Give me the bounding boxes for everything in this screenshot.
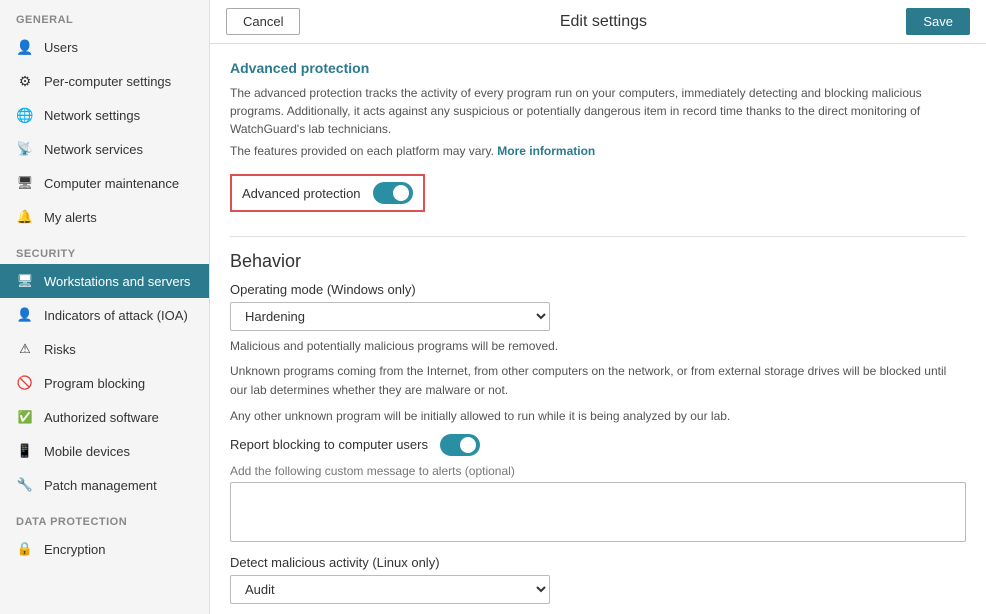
behavior-title: Behavior bbox=[230, 236, 966, 272]
sidebar: GENERAL Users Per-computer settings Netw… bbox=[0, 0, 210, 614]
advanced-protection-toggle-label: Advanced protection bbox=[242, 186, 361, 201]
advanced-protection-toggle[interactable] bbox=[373, 182, 413, 204]
sidebar-item-encryption[interactable]: Encryption bbox=[0, 532, 209, 566]
section-label-general: GENERAL bbox=[0, 0, 209, 30]
report-blocking-slider bbox=[440, 434, 480, 456]
sidebar-item-computer-maintenance[interactable]: Computer maintenance bbox=[0, 166, 209, 200]
section-label-security: SECURITY bbox=[0, 234, 209, 264]
network-settings-icon bbox=[16, 106, 34, 124]
my-alerts-icon bbox=[16, 208, 34, 226]
sidebar-item-mobile-devices[interactable]: Mobile devices bbox=[0, 434, 209, 468]
sidebar-item-program-blocking[interactable]: Program blocking bbox=[0, 366, 209, 400]
advanced-protection-title: Advanced protection bbox=[230, 60, 966, 76]
behavior-desc2: Unknown programs coming from the Interne… bbox=[230, 362, 966, 400]
sidebar-item-network-services[interactable]: Network services bbox=[0, 132, 209, 166]
authorized-software-icon bbox=[16, 408, 34, 426]
detect-malicious-label: Detect malicious activity (Linux only) bbox=[230, 555, 966, 570]
sidebar-item-patch-management[interactable]: Patch management bbox=[0, 468, 209, 502]
save-button[interactable]: Save bbox=[906, 8, 970, 35]
workstations-icon bbox=[16, 272, 34, 290]
content-area: Advanced protection The advanced protect… bbox=[210, 44, 986, 614]
sidebar-item-label-authorized-software: Authorized software bbox=[44, 410, 159, 425]
sidebar-item-label-network-services: Network services bbox=[44, 142, 143, 157]
sidebar-item-label-my-alerts: My alerts bbox=[44, 210, 97, 225]
advanced-protection-section: Advanced protection The advanced protect… bbox=[230, 60, 966, 222]
sidebar-item-label-computer-maintenance: Computer maintenance bbox=[44, 176, 179, 191]
sidebar-item-ioa[interactable]: Indicators of attack (IOA) bbox=[0, 298, 209, 332]
ioa-icon bbox=[16, 306, 34, 324]
operating-mode-label: Operating mode (Windows only) bbox=[230, 282, 966, 297]
sidebar-item-users[interactable]: Users bbox=[0, 30, 209, 64]
section-label-data-protection: DATA PROTECTION bbox=[0, 502, 209, 532]
patch-management-icon bbox=[16, 476, 34, 494]
sidebar-item-network-settings[interactable]: Network settings bbox=[0, 98, 209, 132]
advanced-protection-toggle-row: Advanced protection bbox=[230, 174, 425, 212]
custom-message-label: Add the following custom message to aler… bbox=[230, 464, 966, 478]
report-blocking-label: Report blocking to computer users bbox=[230, 437, 428, 452]
sidebar-item-label-users: Users bbox=[44, 40, 78, 55]
header-bar: Cancel Edit settings Save bbox=[210, 0, 986, 44]
sidebar-item-label-network-settings: Network settings bbox=[44, 108, 140, 123]
sidebar-item-label-ioa: Indicators of attack (IOA) bbox=[44, 308, 188, 323]
behavior-desc3: Any other unknown program will be initia… bbox=[230, 407, 966, 426]
sidebar-item-authorized-software[interactable]: Authorized software bbox=[0, 400, 209, 434]
advanced-protection-description: The advanced protection tracks the activ… bbox=[230, 84, 966, 138]
cancel-button[interactable]: Cancel bbox=[226, 8, 300, 35]
behavior-section: Behavior Operating mode (Windows only) H… bbox=[230, 236, 966, 604]
encryption-icon bbox=[16, 540, 34, 558]
custom-message-textarea[interactable] bbox=[230, 482, 966, 542]
advanced-protection-features-note: The features provided on each platform m… bbox=[230, 142, 966, 160]
sidebar-item-risks[interactable]: Risks bbox=[0, 332, 209, 366]
behavior-desc1: Malicious and potentially malicious prog… bbox=[230, 337, 966, 356]
sidebar-item-label-per-computer: Per-computer settings bbox=[44, 74, 171, 89]
sidebar-item-label-patch-management: Patch management bbox=[44, 478, 157, 493]
risks-icon bbox=[16, 340, 34, 358]
sidebar-item-per-computer[interactable]: Per-computer settings bbox=[0, 64, 209, 98]
page-title: Edit settings bbox=[300, 13, 906, 31]
operating-mode-select[interactable]: Hardening Audit Block bbox=[230, 302, 550, 331]
users-icon bbox=[16, 38, 34, 56]
sidebar-item-label-encryption: Encryption bbox=[44, 542, 105, 557]
computer-maintenance-icon bbox=[16, 174, 34, 192]
sidebar-item-label-workstations: Workstations and servers bbox=[44, 274, 190, 289]
network-services-icon bbox=[16, 140, 34, 158]
sidebar-item-label-mobile-devices: Mobile devices bbox=[44, 444, 130, 459]
report-blocking-toggle[interactable] bbox=[440, 434, 480, 456]
main-panel: Cancel Edit settings Save Advanced prote… bbox=[210, 0, 986, 614]
detect-malicious-select[interactable]: Audit Block Disabled bbox=[230, 575, 550, 604]
report-blocking-toggle-row: Report blocking to computer users bbox=[230, 434, 966, 456]
sidebar-item-label-risks: Risks bbox=[44, 342, 76, 357]
mobile-devices-icon bbox=[16, 442, 34, 460]
program-blocking-icon bbox=[16, 374, 34, 392]
advanced-protection-slider bbox=[373, 182, 413, 204]
per-computer-icon bbox=[16, 72, 34, 90]
sidebar-item-my-alerts[interactable]: My alerts bbox=[0, 200, 209, 234]
sidebar-item-label-program-blocking: Program blocking bbox=[44, 376, 145, 391]
more-information-link[interactable]: More information bbox=[497, 144, 595, 158]
sidebar-item-workstations[interactable]: Workstations and servers bbox=[0, 264, 209, 298]
